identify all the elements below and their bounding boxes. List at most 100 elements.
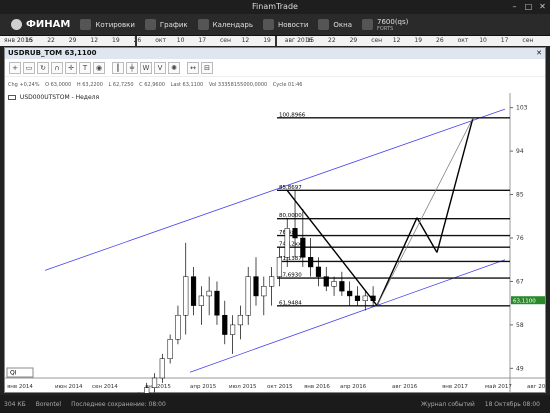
ticker-input-text: QI [10, 370, 17, 377]
info-high: H 63,2200 [76, 82, 103, 88]
event-log-link[interactable]: Журнал событий [421, 401, 475, 408]
timestrip-marker[interactable] [275, 36, 277, 46]
chart-icon [144, 19, 156, 30]
price-chart[interactable]: 103 94 85 76 67 58 49 янв 2014 июн 2014 сен 2014 я… [5, 93, 550, 407]
calendar-icon [197, 19, 209, 30]
info-close: C 62,9600 [139, 82, 165, 88]
price-level-label: 85,8697 [279, 185, 302, 191]
price-level-label: 74,12xx [279, 242, 302, 248]
candle-body [206, 290, 212, 297]
candle-body [159, 358, 165, 379]
news-button[interactable]: Новости [258, 14, 313, 36]
y-tick-label: 58 [516, 322, 524, 329]
x-tick-label: июл 2015 [229, 384, 257, 390]
info-chg: Chg +0,24% [8, 82, 40, 88]
timestrip-label: 12 [392, 37, 401, 44]
timestrip-label: 26 [436, 37, 444, 44]
account-sub: FORTS [377, 25, 394, 32]
windows-icon [318, 19, 330, 30]
y-tick-label: 76 [516, 235, 524, 242]
chart-area[interactable]: 103 94 85 76 67 58 49 янв 2014 июн 2014 сен 2014 я… [5, 93, 550, 407]
timestrip-label: 12 [90, 37, 99, 44]
last-saved: Последнее сохранение: 08:00 [71, 400, 166, 408]
chart-button[interactable]: График [140, 14, 193, 36]
ohlc-info: Chg +0,24% O 63,0000 H 63,2200 L 62,7250… [8, 82, 306, 88]
status-bar: 304 КБ Borentel Последнее сохранение: 08… [0, 395, 550, 413]
status-datetime: 18 Октябрь 08:00 [484, 400, 540, 408]
x-tick-label: апр 2016 [340, 384, 367, 390]
timestrip-marker[interactable] [135, 36, 137, 46]
windows-button[interactable]: Окна [313, 14, 357, 36]
minimize-button[interactable]: – [508, 1, 521, 12]
price-level-label: 61,9484 [279, 300, 302, 306]
x-tick-label: сен 2014 [92, 384, 118, 390]
new-chart-icon[interactable]: + [9, 61, 21, 74]
magnet-icon[interactable]: ∩ [51, 61, 63, 74]
refresh-icon[interactable]: ↻ [37, 61, 49, 74]
candle-body [276, 257, 283, 277]
candles-icon[interactable]: ┃ [112, 61, 124, 74]
timestrip-label: окт [457, 37, 469, 44]
candle-body [323, 276, 329, 287]
timestrip-label: 12 [241, 37, 250, 44]
zoom-fit-icon[interactable]: ↔ [187, 61, 199, 74]
scale-icon[interactable]: ⊟ [201, 61, 213, 74]
info-cycle: Cycle 01:46 [272, 82, 303, 88]
timestrip-label: окт [155, 37, 166, 44]
y-tick-label: 94 [516, 148, 524, 155]
timestrip-label: 10 [479, 37, 487, 44]
trendline-icon[interactable]: W [140, 61, 152, 74]
candle-body [284, 228, 290, 258]
y-tick-label: 103 [516, 105, 528, 112]
y-tick-label: 85 [516, 192, 524, 199]
candle-body [237, 314, 243, 326]
x-tick-label: окт 2015 [267, 384, 293, 390]
time-navigator[interactable]: янв 2016 15 22 29 12 19 26 окт 10 17 сен 12 19 авг 20… [0, 36, 550, 46]
timestrip-label: 10 [176, 37, 185, 44]
price-level-label: 80,0000 [279, 213, 302, 219]
timestrip-label: 17 [198, 37, 207, 44]
close-button[interactable]: ✕ [536, 1, 549, 12]
main-toolbar: ФИНАМ Котировки График Календарь Новости… [0, 14, 550, 36]
forecast-segment [436, 117, 474, 253]
candle-body [190, 276, 197, 306]
candle-body [167, 339, 173, 359]
price-level-label: 71,1387 [279, 256, 302, 262]
news-icon [262, 19, 274, 30]
candle-body [261, 286, 267, 297]
account-button[interactable]: 7600(qs) FORTS [357, 14, 413, 36]
timestrip-label: 15 [306, 37, 315, 44]
bars-icon[interactable]: ╪ [126, 61, 138, 74]
candle-body [354, 295, 361, 302]
indicator-icon[interactable]: V [154, 61, 166, 74]
x-tick-label: янв 2016 [304, 384, 330, 390]
crosshair-icon[interactable]: ✛ [65, 61, 77, 74]
quotes-icon [80, 19, 92, 30]
account-value: 7600(qs) [377, 17, 409, 26]
timestrip-label: 22 [47, 37, 55, 44]
candle-body [245, 276, 251, 316]
candle-body [144, 387, 150, 398]
timestrip-label: 29 [68, 37, 77, 44]
chart-toolbar: + ▭ ↻ ∩ ✛ T ◉ ┃ ╪ W V ✺ ↔ ⊟ [5, 59, 545, 77]
candle-body [339, 281, 345, 292]
maximize-button[interactable]: □ [522, 1, 535, 12]
candle-body [222, 314, 228, 335]
chart-window-title: USDRUB_TOM 63,1100 [8, 49, 97, 57]
open-icon[interactable]: ▭ [23, 61, 35, 74]
calendar-button[interactable]: Календарь [193, 14, 258, 36]
candle-body [292, 228, 298, 239]
settings-icon[interactable]: ✺ [168, 61, 180, 74]
candle-body [175, 314, 181, 340]
eye-icon[interactable]: ◉ [93, 61, 105, 74]
server-name: Borentel [35, 400, 62, 408]
info-vol: Vol 33358155000,0000 [208, 82, 268, 88]
x-tick-label: янв 2017 [442, 384, 468, 390]
timestrip-label: 29 [349, 37, 358, 44]
text-icon[interactable]: T [79, 61, 91, 74]
quotes-button[interactable]: Котировки [75, 14, 140, 36]
timestrip-label: 17 [500, 37, 509, 44]
timestrip-label: сен [220, 37, 231, 44]
candle-body [183, 276, 189, 316]
chart-close-button[interactable]: ✕ [536, 48, 542, 59]
